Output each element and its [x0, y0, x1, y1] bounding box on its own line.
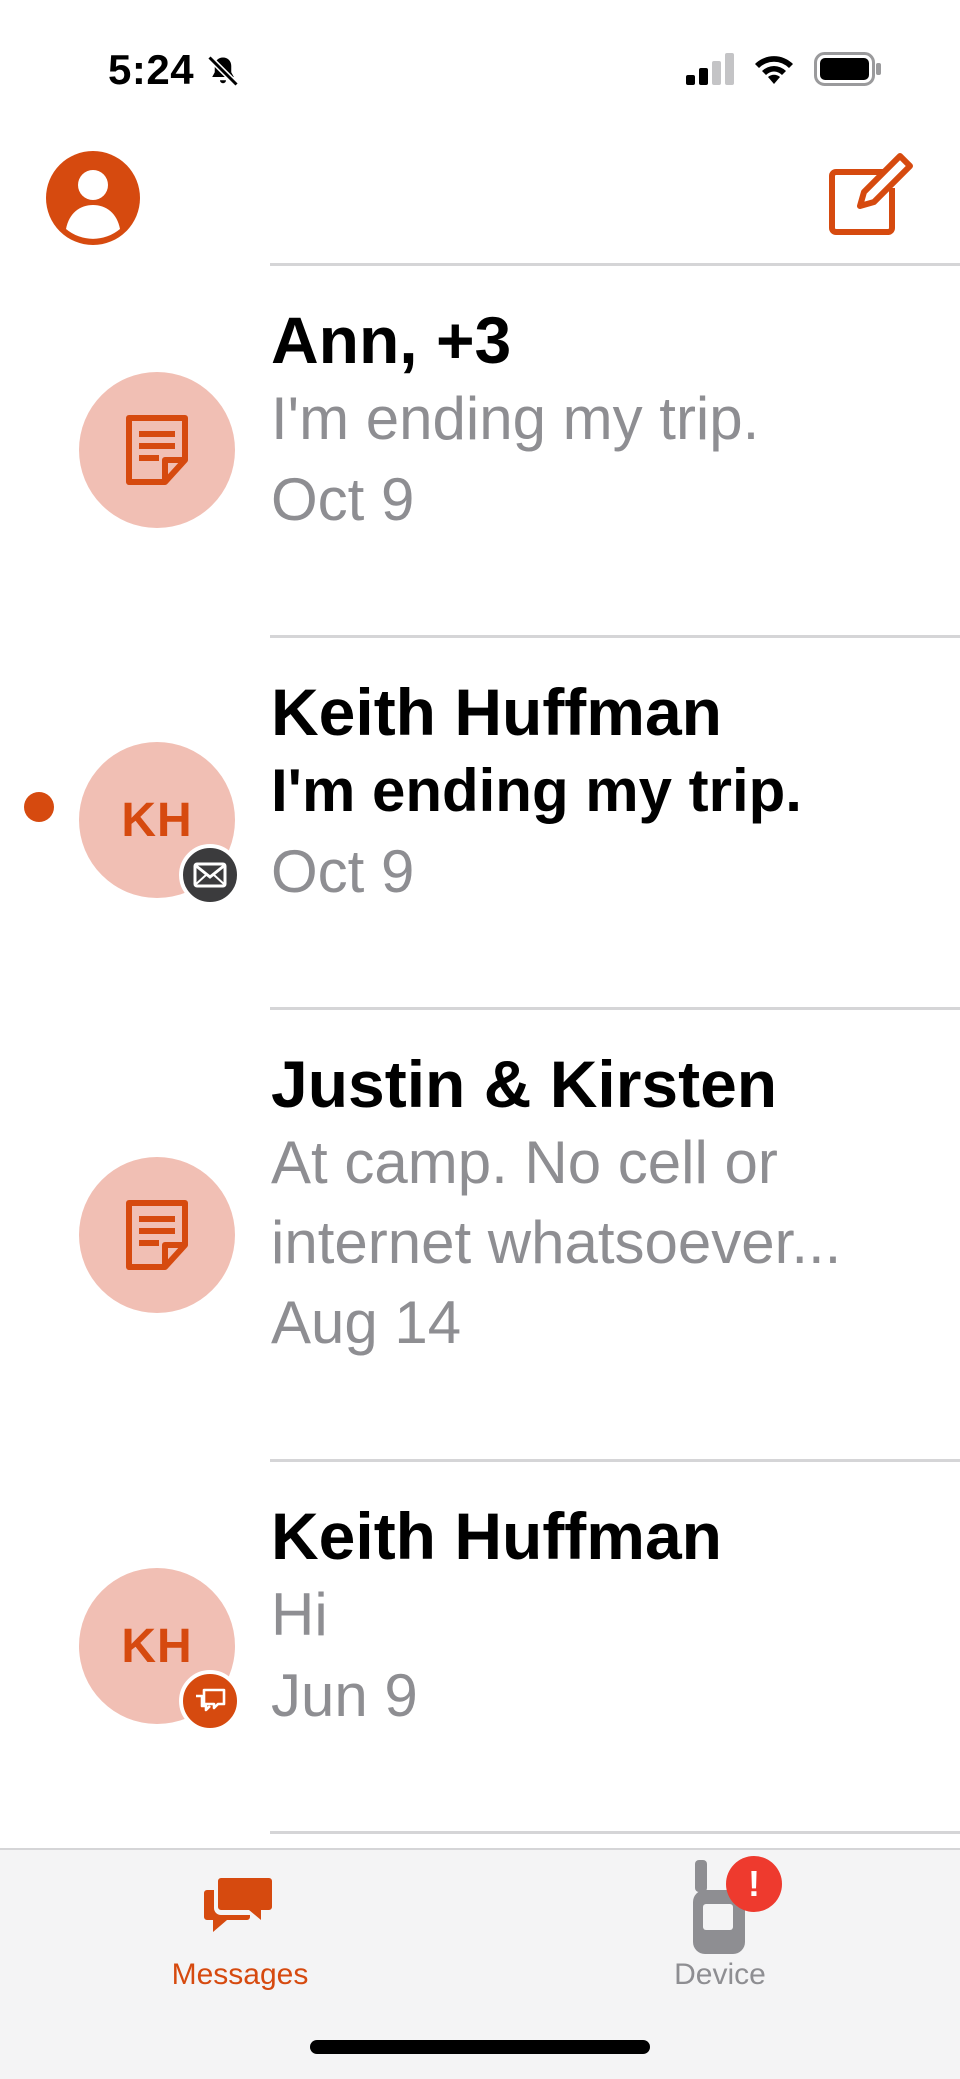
avatar	[79, 1157, 235, 1313]
unread-indicator	[24, 792, 54, 822]
tab-label: Device	[674, 1958, 766, 1991]
divider	[270, 1007, 960, 1010]
avatar: KH	[79, 742, 241, 906]
divider	[270, 1831, 960, 1834]
conversation-title: Justin & Kirsten	[271, 1047, 778, 1121]
header	[0, 140, 960, 265]
conversation-title: Keith Huffman	[271, 675, 722, 749]
conversation-text: Keith Huffman I'm ending my trip. Oct 9	[271, 675, 920, 912]
conversation-list: Ann, +3 I'm ending my trip. Oct 9 KH Kei…	[0, 263, 960, 1851]
wifi-icon	[755, 56, 793, 84]
divider	[270, 263, 960, 266]
avatar-initials: KH	[121, 793, 193, 847]
conversation-preview: I'm ending my trip.	[271, 756, 802, 824]
conversation-row[interactable]: KH Keith Huffman I'm ending my trip. Oct…	[0, 635, 960, 1007]
conversation-row[interactable]: Justin & Kirsten At camp. No cell or int…	[0, 1007, 960, 1459]
conversation-preview: Hi	[271, 1580, 328, 1648]
person-circle-icon	[66, 170, 120, 239]
chat-bubbles-icon	[196, 1688, 226, 1712]
group-note-icon	[126, 415, 188, 485]
divider	[270, 1459, 960, 1462]
signal-icon	[686, 53, 734, 85]
envelope-icon	[193, 862, 227, 888]
conversation-text: Ann, +3 I'm ending my trip. Oct 9	[271, 303, 920, 540]
conversation-preview: I'm ending my trip.	[271, 384, 760, 452]
conversation-title: Keith Huffman	[271, 1499, 722, 1573]
status-bar: 5:24	[0, 0, 960, 140]
conversation-date: Aug 14	[271, 1289, 462, 1357]
channel-badge	[179, 1670, 241, 1732]
tab-label: Messages	[171, 1958, 309, 1991]
conversation-date: Oct 9	[271, 837, 415, 905]
device-alert-badge: !	[726, 1856, 782, 1912]
bell-off-icon	[207, 55, 239, 87]
divider	[270, 635, 960, 638]
conversation-text: Keith Huffman Hi Jun 9	[271, 1499, 920, 1736]
group-note-icon	[126, 1200, 188, 1270]
conversation-text: Justin & Kirsten At camp. No cell or int…	[271, 1047, 920, 1363]
tab-messages[interactable]: Messages	[0, 1850, 480, 2010]
home-indicator	[310, 2040, 650, 2054]
conversation-row[interactable]: Ann, +3 I'm ending my trip. Oct 9	[0, 263, 960, 635]
avatar-initials: KH	[121, 1619, 193, 1673]
conversation-title: Ann, +3	[271, 303, 512, 377]
profile-button[interactable]	[46, 151, 140, 245]
status-time: 5:24	[108, 46, 195, 93]
conversation-preview-line: At camp. No cell or	[271, 1128, 778, 1196]
messages-icon	[204, 1878, 272, 1932]
conversation-date: Oct 9	[271, 465, 415, 533]
battery-icon	[814, 52, 881, 86]
conversation-date: Jun 9	[271, 1661, 418, 1729]
compose-icon[interactable]	[824, 148, 916, 240]
conversation-preview-line: internet whatsoever...	[271, 1208, 842, 1276]
avatar	[79, 372, 235, 528]
conversation-row[interactable]: KH Keith Huffman Hi Jun 9	[0, 1459, 960, 1831]
avatar: KH	[79, 1568, 241, 1732]
channel-badge	[179, 844, 241, 906]
tab-device[interactable]: ! Device	[480, 1850, 960, 2010]
